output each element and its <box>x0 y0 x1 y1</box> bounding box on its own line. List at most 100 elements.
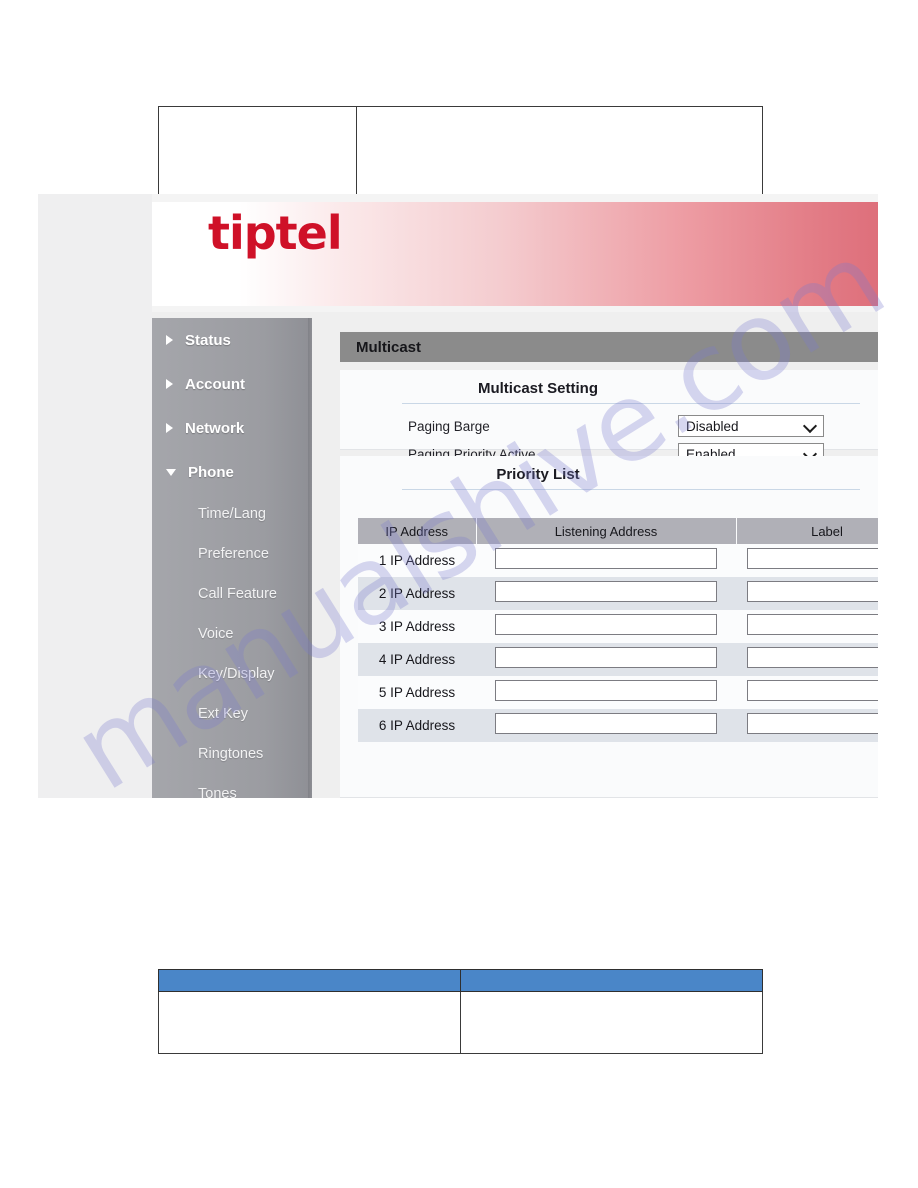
column-header-ip-address: IP Address <box>358 518 477 544</box>
sidebar-subitem-label: Ringtones <box>198 746 264 762</box>
row-listening-cell <box>476 610 736 643</box>
listening-address-input[interactable] <box>495 547 717 569</box>
sidebar-item-preference[interactable]: Preference <box>152 534 312 574</box>
table-row <box>158 991 763 1054</box>
row-ip-label: 3 IP Address <box>358 610 476 643</box>
main-panel: Multicast Multicast Setting Paging Barge… <box>340 318 878 798</box>
row-label-cell <box>736 610 878 643</box>
sidebar: Status Account Network Phone Time/Lang P… <box>152 318 312 798</box>
label-input[interactable] <box>747 580 878 602</box>
table-cell <box>158 991 461 1054</box>
multicast-setting-card: Multicast Setting Paging Barge Disabled … <box>340 370 878 465</box>
top-document-table <box>158 106 763 199</box>
sidebar-item-phone[interactable]: Phone <box>152 450 312 494</box>
sidebar-subitem-label: Preference <box>198 546 269 562</box>
label-input[interactable] <box>747 547 878 569</box>
row-label-cell <box>736 643 878 676</box>
sidebar-item-time-lang[interactable]: Time/Lang <box>152 494 312 534</box>
brand-banner: tiptel <box>152 194 878 312</box>
table-row: 2 IP Address <box>358 577 878 610</box>
table-header-row <box>158 969 763 992</box>
divider <box>402 403 860 404</box>
row-ip-label: 4 IP Address <box>358 643 476 676</box>
sidebar-subitem-label: Ext Key <box>198 706 248 722</box>
sidebar-item-key-display[interactable]: Key/Display <box>152 654 312 694</box>
triangle-down-icon <box>166 468 176 476</box>
row-label-cell <box>736 676 878 709</box>
row-label-cell <box>736 577 878 610</box>
priority-list-heading: Priority List <box>496 466 580 483</box>
row-ip-label: 5 IP Address <box>358 676 476 709</box>
field-paging-barge: Paging Barge Disabled <box>340 412 878 440</box>
divider <box>402 489 860 490</box>
bottom-document-table <box>158 969 763 1054</box>
label-input[interactable] <box>747 646 878 668</box>
row-listening-cell <box>476 676 736 709</box>
column-header-listening-address: Listening Address <box>476 518 737 544</box>
row-label-cell <box>736 544 878 577</box>
row-listening-cell <box>476 709 736 742</box>
sidebar-item-voice[interactable]: Voice <box>152 614 312 654</box>
table-row <box>158 106 763 199</box>
listening-address-input[interactable] <box>495 646 717 668</box>
row-listening-cell <box>476 544 736 577</box>
listening-address-input[interactable] <box>495 580 717 602</box>
document-page: tiptel Status Account Network Phone Time… <box>0 0 918 1188</box>
sidebar-item-account[interactable]: Account <box>152 362 312 406</box>
table-row: 5 IP Address <box>358 676 878 709</box>
sidebar-item-call-feature[interactable]: Call Feature <box>152 574 312 614</box>
table-header-cell <box>460 969 763 992</box>
chevron-down-icon <box>805 449 816 456</box>
table-cell <box>356 106 763 199</box>
table-cell <box>158 106 357 199</box>
select-value: Disabled <box>686 418 739 434</box>
sidebar-item-label: Status <box>185 331 231 349</box>
row-ip-label: 1 IP Address <box>358 544 476 577</box>
row-ip-label: 2 IP Address <box>358 577 476 610</box>
triangle-right-icon <box>166 335 173 345</box>
multicast-setting-heading: Multicast Setting <box>477 380 598 397</box>
sidebar-subitem-label: Voice <box>198 626 234 642</box>
table-row: 4 IP Address <box>358 643 878 676</box>
triangle-right-icon <box>166 423 173 433</box>
sidebar-item-label: Phone <box>188 463 234 481</box>
sidebar-item-ext-key[interactable]: Ext Key <box>152 694 312 734</box>
table-row: 3 IP Address <box>358 610 878 643</box>
table-header-cell <box>158 969 461 992</box>
row-listening-cell <box>476 577 736 610</box>
chevron-down-icon <box>805 421 816 428</box>
sidebar-subitem-label: Call Feature <box>198 586 277 602</box>
priority-list-table: IP Address Listening Address Label 1 IP … <box>358 518 878 742</box>
sidebar-item-status[interactable]: Status <box>152 318 312 362</box>
label-input[interactable] <box>747 712 878 734</box>
embedded-screenshot: tiptel Status Account Network Phone Time… <box>38 194 878 798</box>
table-cell <box>460 991 763 1054</box>
label-input[interactable] <box>747 679 878 701</box>
field-label: Paging Barge <box>408 418 490 434</box>
column-header-label: Label <box>736 518 878 544</box>
sidebar-item-tones[interactable]: Tones <box>152 774 312 798</box>
table-row: 6 IP Address <box>358 709 878 742</box>
priority-list-card: Priority List IP Address Listening Addre… <box>340 456 878 798</box>
table-header-row: IP Address Listening Address Label <box>358 518 878 544</box>
row-label-cell <box>736 709 878 742</box>
table-row: 1 IP Address <box>358 544 878 577</box>
paging-barge-select[interactable]: Disabled <box>678 415 824 437</box>
row-listening-cell <box>476 643 736 676</box>
sidebar-item-network[interactable]: Network <box>152 406 312 450</box>
listening-address-input[interactable] <box>495 679 717 701</box>
triangle-right-icon <box>166 379 173 389</box>
sidebar-subitem-label: Time/Lang <box>198 506 266 522</box>
screenshot-left-pane <box>38 194 152 798</box>
sidebar-item-label: Network <box>185 419 245 437</box>
sidebar-item-ringtones[interactable]: Ringtones <box>152 734 312 774</box>
listening-address-input[interactable] <box>495 613 717 635</box>
sidebar-subitem-label: Key/Display <box>198 666 275 682</box>
tiptel-logo: tiptel <box>208 206 343 260</box>
page-title: Multicast <box>340 332 878 362</box>
label-input[interactable] <box>747 613 878 635</box>
listening-address-input[interactable] <box>495 712 717 734</box>
sidebar-item-label: Account <box>185 375 245 393</box>
row-ip-label: 6 IP Address <box>358 709 476 742</box>
sidebar-subitem-label: Tones <box>198 786 237 798</box>
